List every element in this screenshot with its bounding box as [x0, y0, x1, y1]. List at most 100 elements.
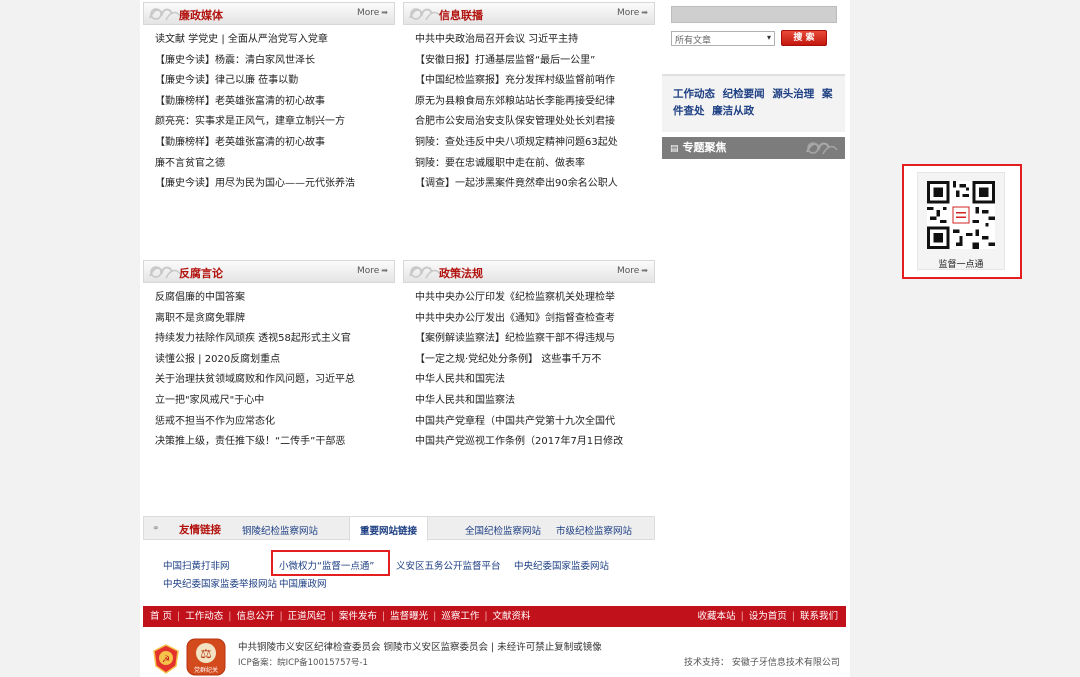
- news-item[interactable]: 【一定之规·党纪处分条例】 这些事千万不: [415, 350, 655, 371]
- qr-card[interactable]: 监督一点通: [917, 172, 1005, 270]
- tab-tongling-sites[interactable]: 铜陵纪检监察网站: [242, 523, 318, 537]
- news-item[interactable]: 合肥市公安局治安支队保安管理处处长刘君接: [415, 112, 655, 133]
- tag-link[interactable]: 源头治理: [772, 88, 814, 100]
- panel-header: 政策法规 More ➡: [403, 260, 655, 283]
- link-item[interactable]: 中央纪委国家监委网站: [514, 558, 609, 572]
- news-item[interactable]: 决策推上级，责任推下级！“二传手”干部恶: [155, 432, 395, 453]
- panel-zhengce: 政策法规 More ➡ 中共中央办公厅印发《纪检监察机关处理检举 中共中央办公厅发…: [403, 260, 655, 453]
- panel-title: 反腐言论: [179, 267, 223, 280]
- ornament-icon: [409, 266, 441, 279]
- svg-text:☭: ☭: [162, 655, 170, 665]
- news-item[interactable]: 廉不言贫官之德: [155, 154, 395, 175]
- link-item[interactable]: 小微权力“监督一点通”: [279, 558, 374, 572]
- footer-link[interactable]: 信息公开: [236, 611, 274, 622]
- emblem-caption: 党群纪关: [194, 666, 218, 674]
- qr-code-icon: [927, 181, 995, 249]
- tab-city-sites[interactable]: 市级纪检监察网站: [556, 523, 632, 537]
- feature-title: 专题聚焦: [682, 141, 727, 154]
- footer-link[interactable]: 联系我们: [800, 611, 838, 622]
- more-link[interactable]: More ➡: [617, 8, 648, 18]
- footer-link[interactable]: 巡察工作: [441, 611, 479, 622]
- panel-header: 廉政媒体 More ➡: [143, 2, 395, 25]
- panel-title: 政策法规: [439, 267, 483, 280]
- news-item[interactable]: 中共中央政治局召开会议 习近平主持: [415, 30, 655, 51]
- news-item[interactable]: 关于治理扶贫领域腐败和作风问题，习近平总: [155, 370, 395, 391]
- news-item[interactable]: 【中国纪检监察报】充分发挥村级监督前哨作: [415, 71, 655, 92]
- news-item[interactable]: 中华人民共和国宪法: [415, 370, 655, 391]
- svg-text:⚖: ⚖: [200, 647, 212, 662]
- link-item[interactable]: 中国廉政网: [279, 576, 327, 590]
- links-title: 友情链接: [179, 524, 221, 536]
- panel-title: 廉政媒体: [179, 9, 223, 22]
- news-list: 中共中央政治局召开会议 习近平主持 【安徽日报】打通基层监督“最后一公里” 【中…: [403, 25, 655, 195]
- news-item[interactable]: 原无为县粮食局东郊粮站站长李能再接受纪律: [415, 92, 655, 113]
- news-item[interactable]: 中共中央办公厅发出《通知》剑指督查检查考: [415, 309, 655, 330]
- news-item[interactable]: 反腐倡廉的中国答案: [155, 288, 395, 309]
- footer-link[interactable]: 案件发布: [339, 611, 377, 622]
- qr-highlight-frame: 监督一点通: [902, 164, 1022, 279]
- footer-link[interactable]: 设为首页: [749, 611, 787, 622]
- arrow-right-icon: ➡: [381, 266, 388, 275]
- footer-link[interactable]: 收藏本站: [698, 611, 736, 622]
- news-item[interactable]: 读文献 学党史 | 全面从严治党写入党章: [155, 30, 395, 51]
- more-link[interactable]: More ➡: [357, 266, 388, 276]
- news-item[interactable]: 铜陵：要在忠诚履职中走在前、做表率: [415, 154, 655, 175]
- footer-nav-right: 收藏本站 | 设为首页 | 联系我们: [697, 611, 838, 622]
- news-item[interactable]: 【廉史今读】律己以廉 莅事以勤: [155, 71, 395, 92]
- footer-org: 中共铜陵市义安区纪律检查委员会 铜陵市义安区监察委员会 | 未经许可禁止复制或镜…: [238, 642, 602, 653]
- arrow-right-icon: ➡: [641, 8, 648, 17]
- footer-link[interactable]: 工作动态: [185, 611, 223, 622]
- tab-national-sites[interactable]: 全国纪检监察网站: [465, 523, 541, 537]
- news-item[interactable]: 读懂公报 | 2020反腐划重点: [155, 350, 395, 371]
- ornament-icon: [409, 8, 441, 21]
- news-item[interactable]: 【案例解读监察法】纪检监察干部不得违规与: [415, 329, 655, 350]
- ornament-icon: [149, 266, 181, 279]
- discipline-emblem-icon: ⚖ 党群纪关: [186, 638, 226, 676]
- tag-link[interactable]: 工作动态: [673, 88, 715, 100]
- footer-nav-left: 首 页 | 工作动态 | 信息公开 | 正道风纪 | 案件发布 | 监督曝光 | 巡察工作 | 文献资料: [150, 611, 531, 622]
- news-list: 读文献 学党史 | 全面从严治党写入党章 【廉史今读】杨震：清白家风世泽长 【廉…: [143, 25, 395, 195]
- footer-tech-support: 技术支持： 安徽子牙信息技术有限公司: [684, 658, 840, 668]
- party-emblem-icon: ☭: [153, 644, 179, 674]
- panel-lianzheng: 廉政媒体 More ➡ 读文献 学党史 | 全面从严治党写入党章 【廉史今读】杨震…: [143, 2, 395, 195]
- tag-link[interactable]: 纪检要闻: [723, 88, 765, 100]
- links-tab-bar: ⚭ 友情链接 铜陵纪检监察网站 重要网站链接 全国纪检监察网站 市级纪检监察网站: [143, 516, 655, 541]
- more-link[interactable]: More ➡: [357, 8, 388, 18]
- document-icon: ▤: [670, 144, 679, 154]
- search-category-select[interactable]: 所有文章 ▾: [671, 31, 775, 46]
- news-item[interactable]: 【廉史今读】杨震：清白家风世泽长: [155, 51, 395, 72]
- news-item[interactable]: 【勤廉榜样】老英雄张富清的初心故事: [155, 92, 395, 113]
- news-item[interactable]: 颜亮亮：实事求是正风气，建章立制兴一方: [155, 112, 395, 133]
- panel-title: 信息联播: [439, 9, 483, 22]
- news-item[interactable]: 中国共产党章程（中国共产党第十九次全国代: [415, 412, 655, 433]
- news-item[interactable]: 【勤廉榜样】老英雄张富清的初心故事: [155, 133, 395, 154]
- more-link[interactable]: More ➡: [617, 266, 648, 276]
- ornament-icon: [149, 8, 181, 21]
- footer-link[interactable]: 文献资料: [493, 611, 531, 622]
- news-item[interactable]: 中华人民共和国监察法: [415, 391, 655, 412]
- news-item[interactable]: 惩戒不担当不作为应常态化: [155, 412, 395, 433]
- link-item[interactable]: 中央纪委国家监委举报网站: [163, 576, 277, 590]
- tag-link[interactable]: 廉洁从政: [712, 105, 754, 117]
- link-item[interactable]: 义安区五务公开监督平台: [396, 558, 501, 572]
- footer-link[interactable]: 监督曝光: [390, 611, 428, 622]
- link-item[interactable]: 中国扫黄打非网: [163, 558, 230, 572]
- news-item[interactable]: 中国共产党巡视工作条例（2017年7月1日修改: [415, 432, 655, 453]
- footer-link[interactable]: 正道风纪: [288, 611, 326, 622]
- news-item[interactable]: 离职不是贪腐免罪牌: [155, 309, 395, 330]
- news-item[interactable]: 铜陵：查处违反中央八项规定精神问题63起处: [415, 133, 655, 154]
- news-item[interactable]: 【廉史今读】用尽为民为国心——元代张养浩: [155, 174, 395, 195]
- tab-important-sites[interactable]: 重要网站链接: [349, 516, 429, 541]
- news-item[interactable]: 持续发力祛除作风顽疾 透视58起形式主义官: [155, 329, 395, 350]
- news-item[interactable]: 立一把"家风戒尺"于心中: [155, 391, 395, 412]
- search-input[interactable]: [671, 6, 837, 23]
- news-item[interactable]: 【安徽日报】打通基层监督“最后一公里”: [415, 51, 655, 72]
- footer-icp[interactable]: ICP备案：皖ICP备10015757号-1: [238, 656, 368, 668]
- search-button[interactable]: 搜 索: [781, 30, 827, 46]
- news-item[interactable]: 中共中央办公厅印发《纪检监察机关处理检举: [415, 288, 655, 309]
- footer-nav: 首 页 | 工作动态 | 信息公开 | 正道风纪 | 案件发布 | 监督曝光 | 巡察工作 | 文献资料 收…: [143, 606, 846, 627]
- qr-label: 监督一点通: [938, 260, 984, 270]
- panel-fanfu: 反腐言论 More ➡ 反腐倡廉的中国答案 离职不是贪腐免罪牌 持续发力祛除作风顽…: [143, 260, 395, 453]
- news-item[interactable]: 【调查】一起涉黑案件竟然牵出90余名公职人: [415, 174, 655, 195]
- footer-link[interactable]: 首 页: [150, 611, 172, 622]
